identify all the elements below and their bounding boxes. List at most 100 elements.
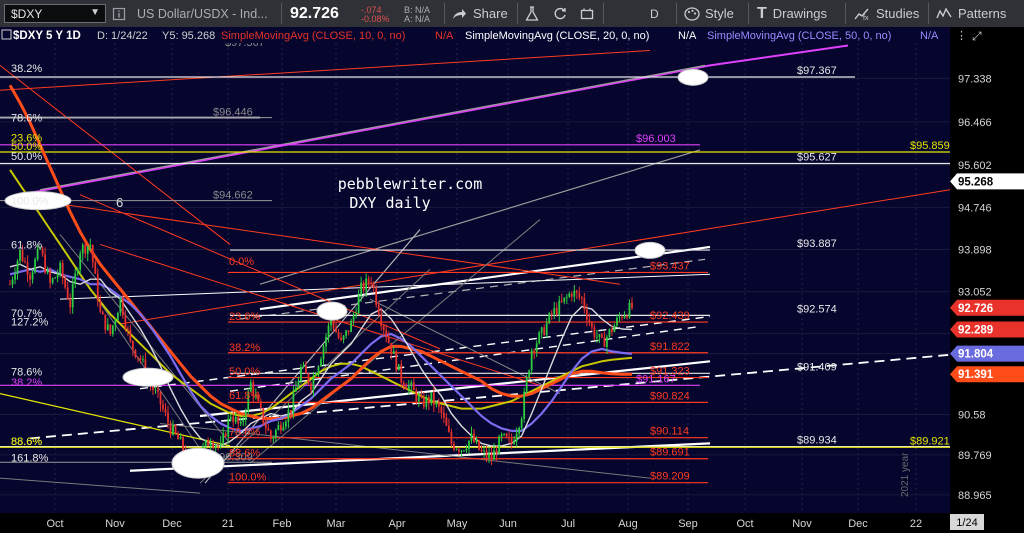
candle-body <box>279 424 282 431</box>
symbol-value: $DXY <box>11 6 43 21</box>
candle-body <box>129 329 132 341</box>
studies-icon: fx <box>854 8 869 21</box>
candle-body <box>558 300 561 315</box>
compare-icon[interactable] <box>580 0 594 27</box>
candle-body <box>204 440 207 447</box>
candle-body <box>239 422 242 424</box>
studies-label: Studies <box>876 6 920 21</box>
legend-sma20[interactable]: SimpleMovingAvg (CLOSE, 20, 0, no) <box>465 30 649 42</box>
candle-body <box>305 366 307 374</box>
level-label: $91.822 <box>650 341 690 353</box>
candle-body <box>295 387 297 392</box>
candle-body <box>66 287 69 300</box>
expand-icon[interactable]: ⤢ <box>971 29 982 43</box>
x-tick-label: Dec <box>848 518 868 530</box>
symbol-input[interactable]: $DXY ▼ <box>4 4 106 23</box>
patterns-icon <box>936 6 952 18</box>
candle-body <box>169 423 172 435</box>
candle-body <box>425 396 428 407</box>
fib-label: 38.2% <box>11 377 42 389</box>
flask-icon[interactable] <box>525 0 539 27</box>
candle-body <box>442 412 445 418</box>
legend-title: $DXY 5 Y 1D <box>13 30 81 42</box>
patterns-button[interactable]: Patterns <box>936 0 1006 27</box>
fib-label: 50.0% <box>11 151 42 163</box>
watermark-line2: DXY daily <box>349 194 430 212</box>
candle-body <box>182 436 184 451</box>
legend-date: D: 1/24/22 <box>97 30 148 42</box>
level-label: $97.367 <box>797 65 837 77</box>
level-label: $95.859 <box>910 140 950 152</box>
level-label: $96.003 <box>636 133 676 145</box>
candle-body <box>290 409 292 414</box>
candle-body <box>382 325 385 331</box>
candle-body <box>430 392 433 404</box>
style-button[interactable]: Style <box>684 0 734 27</box>
candle-body <box>352 315 355 321</box>
x-tick-label: Nov <box>105 518 125 530</box>
legend-sma10[interactable]: SimpleMovingAvg (CLOSE, 10, 0, no) <box>221 30 405 42</box>
candle-body <box>525 377 528 392</box>
candle-body <box>538 332 541 344</box>
candle-body <box>460 450 463 452</box>
candle-body <box>11 279 14 285</box>
fib-label: 61.8% <box>11 239 42 251</box>
candle-body <box>616 317 618 326</box>
candle-body <box>46 270 49 273</box>
candle-body <box>222 433 225 443</box>
refresh-icon[interactable] <box>553 0 567 27</box>
candle-body <box>282 426 285 431</box>
candle-body <box>212 443 215 448</box>
candle-body <box>510 437 513 444</box>
drawings-button[interactable]: T Drawings <box>757 0 827 27</box>
candle-body <box>390 342 393 354</box>
candle-body <box>493 450 495 460</box>
x-tick-label: Nov <box>792 518 812 530</box>
candle-body <box>362 282 365 291</box>
fib-label: 0.0% <box>229 256 254 268</box>
candle-body <box>370 282 373 284</box>
price-chart[interactable]: $97.367 $95.859 $96.003 $95.627 $93.887 $93.4… <box>0 27 1024 533</box>
candle-body <box>621 317 623 318</box>
candle-body <box>91 245 94 263</box>
candle-body <box>555 307 558 315</box>
y-tick-label: 95.602 <box>958 160 992 172</box>
studies-button[interactable]: fx Studies <box>854 0 919 27</box>
candle-body <box>111 325 114 335</box>
patterns-label: Patterns <box>958 6 1007 21</box>
price-badge-label: 95.268 <box>958 176 994 188</box>
candle-body <box>523 391 526 419</box>
candle-body <box>545 322 548 335</box>
info-icon[interactable] <box>112 0 126 27</box>
x-tick-label: Jul <box>561 518 575 530</box>
candle-body <box>570 293 573 297</box>
candle-body <box>300 366 302 382</box>
candle-body <box>415 390 418 402</box>
legend-sma50[interactable]: SimpleMovingAvg (CLOSE, 50, 0, no) <box>707 30 891 42</box>
candle-body <box>302 366 305 368</box>
candle-body <box>104 314 107 330</box>
candle-body <box>601 334 603 338</box>
candle-body <box>448 425 450 432</box>
x-tick-label: 22 <box>910 518 922 530</box>
candle-body <box>342 335 345 340</box>
candle-body <box>121 297 124 316</box>
svg-text:fx: fx <box>863 15 869 21</box>
candle-body <box>540 327 543 333</box>
candle-body <box>234 416 237 423</box>
aggregation-selector[interactable]: D <box>650 0 659 27</box>
fib-label: 127.2% <box>11 317 49 329</box>
chart-toolbar: $DXY ▼ US Dollar/USDX - Ind... 92.726 -.… <box>0 0 1024 28</box>
candle-body <box>262 408 265 424</box>
wave-label: 6 <box>116 195 123 210</box>
x-tick-label: May <box>447 518 468 530</box>
candle-body <box>177 433 179 440</box>
candle-body <box>312 375 315 390</box>
candle-body <box>209 443 212 446</box>
more-menu-icon[interactable]: ⋮ <box>956 30 967 42</box>
candle-body <box>89 245 92 247</box>
share-button[interactable]: Share <box>451 0 508 27</box>
x-tick-label: Feb <box>273 518 292 530</box>
price-badge-label: 91.804 <box>958 349 994 361</box>
candle-body <box>14 273 16 280</box>
